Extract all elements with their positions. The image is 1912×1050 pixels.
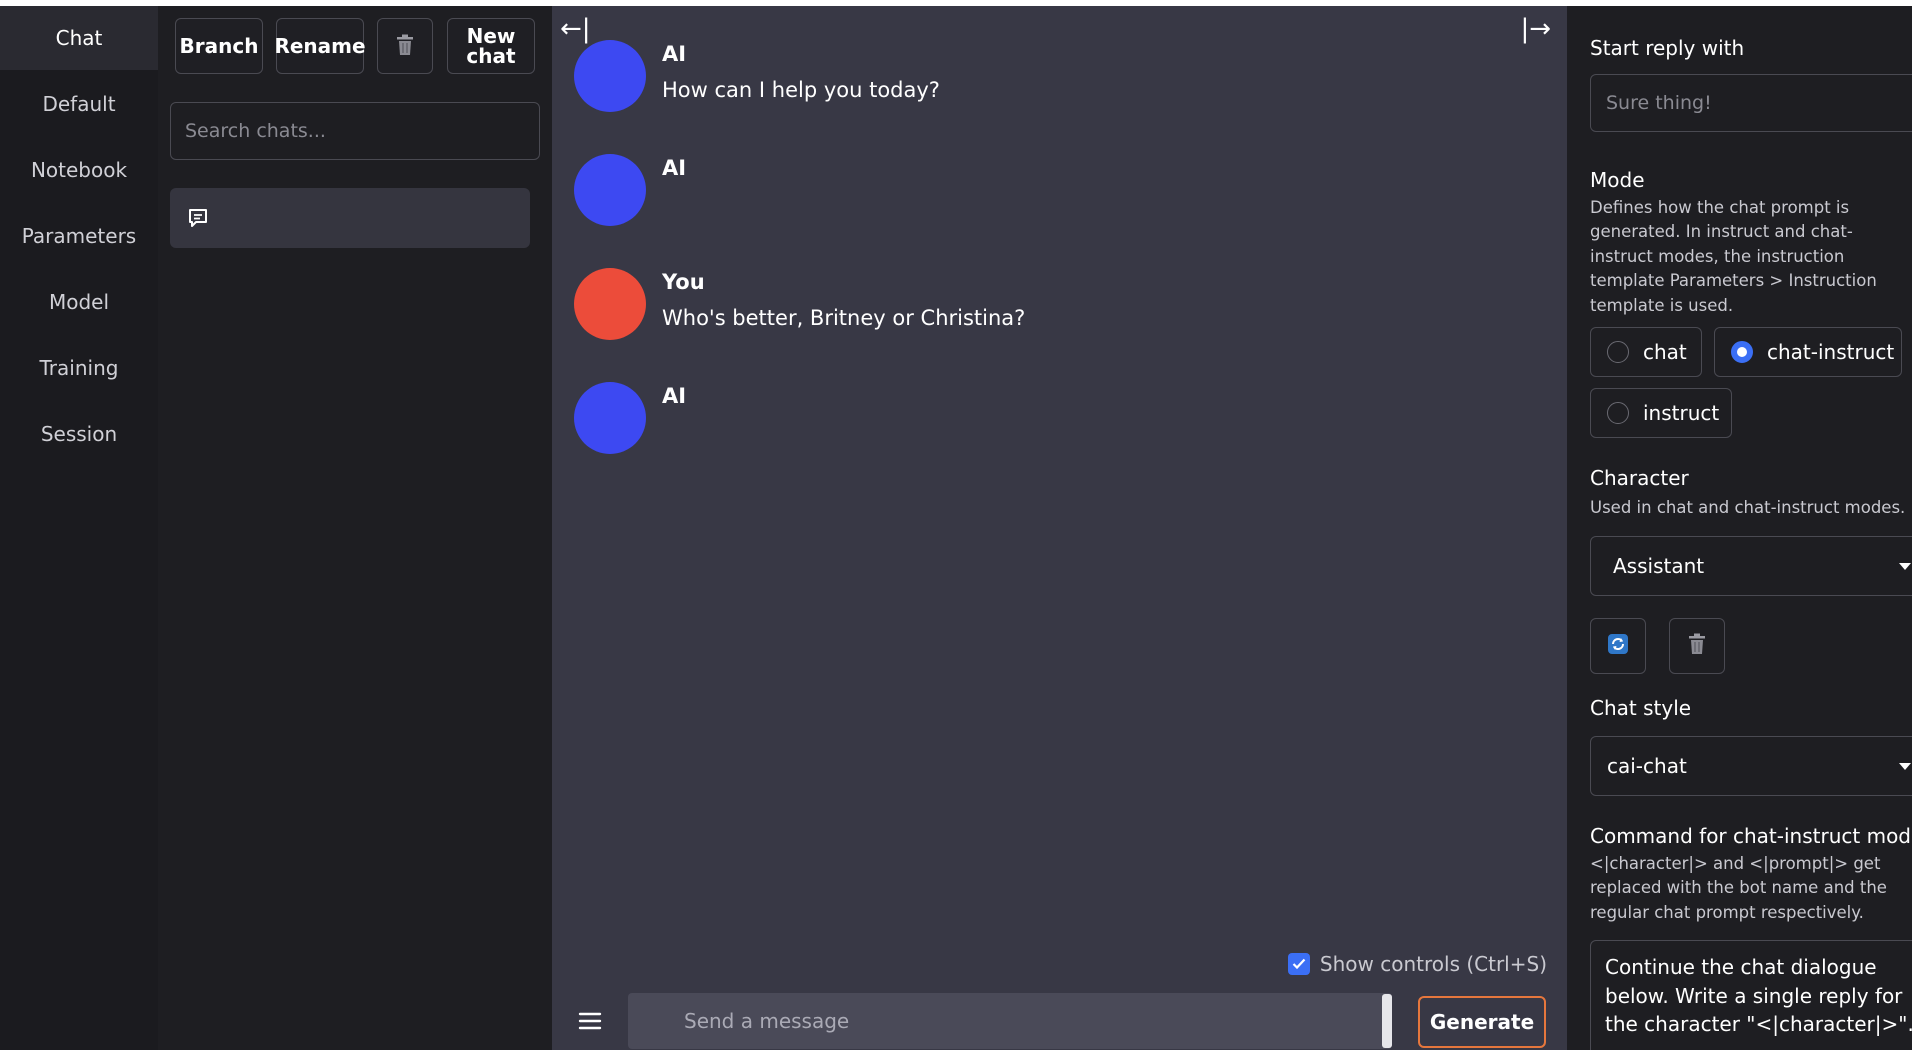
show-controls-label: Show controls (Ctrl+S) [1319, 952, 1547, 976]
chat-message: AI How can I help you today? [574, 40, 1474, 120]
nav-tab-notebook[interactable]: Notebook [0, 138, 158, 202]
new-chat-label-line2: chat [466, 44, 516, 68]
nav-tab-default[interactable]: Default [0, 72, 158, 136]
character-value: Assistant [1613, 554, 1705, 578]
chat-style-dropdown[interactable]: cai-chat [1590, 736, 1912, 796]
delete-chat-button[interactable] [377, 18, 433, 74]
command-description: <|character|> and <|prompt|> get replace… [1590, 854, 1887, 922]
delete-character-button[interactable] [1669, 618, 1725, 674]
command-textarea[interactable]: Continue the chat dialogue below. Write … [1590, 940, 1912, 1050]
generate-button[interactable]: Generate [1418, 996, 1546, 1048]
trash-icon [395, 34, 415, 59]
chevron-down-icon [1899, 763, 1911, 770]
character-label: Character [1590, 466, 1689, 490]
nav-tab-parameters[interactable]: Parameters [0, 204, 158, 268]
collapse-right-icon[interactable]: |→ [1520, 14, 1551, 44]
nav-tab-chat[interactable]: Chat [0, 6, 158, 70]
ai-avatar [574, 154, 646, 226]
chat-style-value: cai-chat [1607, 754, 1687, 778]
character-dropdown[interactable]: Assistant [1590, 536, 1912, 596]
ai-avatar [574, 40, 646, 112]
message-author: AI [662, 156, 687, 180]
message-text: How can I help you today? [662, 78, 940, 102]
checkbox-checked-icon[interactable] [1287, 953, 1310, 975]
chat-main: ←| |→ AI How can I help you today? AI Yo… [552, 6, 1567, 1050]
start-reply-label: Start reply with [1590, 36, 1745, 60]
message-text: Who's better, Britney or Christina? [662, 306, 1026, 330]
nav-tab-training[interactable]: Training [0, 336, 158, 400]
trash-icon [1687, 633, 1707, 659]
radio-unselected-icon [1607, 402, 1629, 424]
mode-option-chat-instruct[interactable]: chat-instruct [1714, 327, 1902, 377]
mode-description: Defines how the chat prompt is generated… [1590, 198, 1877, 315]
chat-message: AI [574, 154, 1474, 234]
chat-style-label: Chat style [1590, 696, 1692, 720]
command-text-line: the character "<|character|>". [1605, 1012, 1912, 1036]
mode-option-chat[interactable]: chat [1590, 327, 1702, 377]
character-description: Used in chat and chat-instruct modes. [1590, 498, 1906, 517]
message-author: AI [662, 42, 687, 66]
search-chats-input[interactable] [170, 102, 540, 160]
new-chat-label-line1: New [466, 24, 516, 48]
input-scrollbar[interactable] [1382, 994, 1392, 1048]
rename-button[interactable]: Rename [274, 18, 366, 74]
radio-selected-icon [1731, 341, 1753, 363]
menu-icon[interactable] [578, 1011, 602, 1031]
chat-message: You Who's better, Britney or Christina? [574, 268, 1474, 348]
radio-unselected-icon [1607, 341, 1629, 363]
message-author: AI [662, 384, 687, 408]
mode-option-label: chat [1643, 340, 1687, 364]
mode-label: Mode [1590, 168, 1645, 192]
chat-bubble-icon [186, 206, 210, 234]
ai-avatar [574, 382, 646, 454]
user-avatar [574, 268, 646, 340]
refresh-characters-button[interactable] [1590, 618, 1646, 674]
app-window: Chat Default Notebook Parameters Model T… [0, 6, 1912, 1050]
branch-button[interactable]: Branch [175, 18, 263, 74]
refresh-icon [1607, 633, 1629, 659]
chevron-down-icon [1899, 563, 1911, 570]
command-text-line: Continue the chat dialogue [1605, 955, 1877, 979]
start-reply-input[interactable] [1590, 74, 1912, 132]
new-chat-button[interactable]: New chat [447, 18, 535, 74]
mode-option-label: chat-instruct [1767, 340, 1895, 364]
command-label: Command for chat-instruct mode [1590, 824, 1912, 848]
nav-tab-model[interactable]: Model [0, 270, 158, 334]
message-author: You [662, 270, 705, 294]
chat-settings-panel: Start reply with Mode Defines how the ch… [1567, 6, 1912, 1050]
chat-history-item[interactable] [170, 188, 530, 248]
show-controls-toggle[interactable]: Show controls (Ctrl+S) [1287, 952, 1547, 976]
chat-message: AI [574, 382, 1474, 462]
chat-history-panel: Branch Rename New chat [158, 6, 552, 1050]
mode-option-label: instruct [1643, 401, 1720, 425]
command-text-line: below. Write a single reply for [1605, 983, 1903, 1008]
nav-tab-session[interactable]: Session [0, 402, 158, 466]
mode-option-instruct[interactable]: instruct [1590, 388, 1732, 438]
message-input[interactable] [628, 993, 1392, 1049]
main-nav: Chat Default Notebook Parameters Model T… [0, 6, 158, 1050]
